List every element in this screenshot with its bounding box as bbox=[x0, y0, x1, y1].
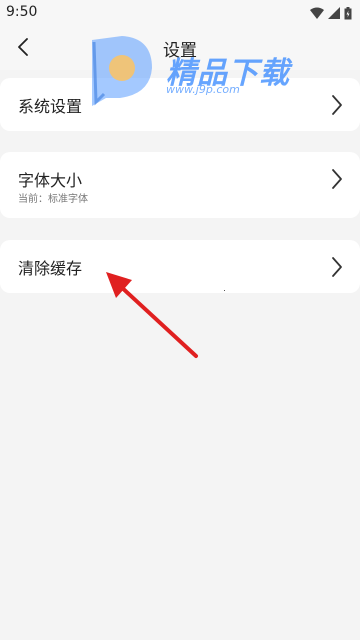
chevron-right-icon bbox=[332, 95, 342, 115]
chevron-right-icon bbox=[332, 169, 342, 189]
status-bar: 9:50 bbox=[0, 0, 360, 26]
settings-item-font-size[interactable]: 字体大小 当前：标准字体 bbox=[0, 152, 360, 218]
settings-item-label: 清除缓存 bbox=[18, 259, 83, 278]
status-icons bbox=[310, 6, 352, 20]
stray-dot bbox=[224, 290, 225, 291]
wifi-icon bbox=[310, 7, 324, 19]
battery-icon bbox=[344, 6, 352, 19]
header: 设置 bbox=[0, 26, 360, 70]
page-title: 设置 bbox=[163, 41, 197, 61]
settings-item-label: 字体大小 bbox=[18, 171, 83, 190]
chevron-right-icon bbox=[332, 257, 342, 277]
signal-icon bbox=[328, 7, 340, 19]
settings-item-label: 系统设置 bbox=[18, 97, 83, 116]
settings-item-clear-cache[interactable]: 清除缓存 bbox=[0, 240, 360, 293]
status-time: 9:50 bbox=[6, 4, 38, 20]
settings-item-subtitle: 当前：标准字体 bbox=[18, 194, 88, 205]
settings-item-system[interactable]: 系统设置 bbox=[0, 78, 360, 131]
